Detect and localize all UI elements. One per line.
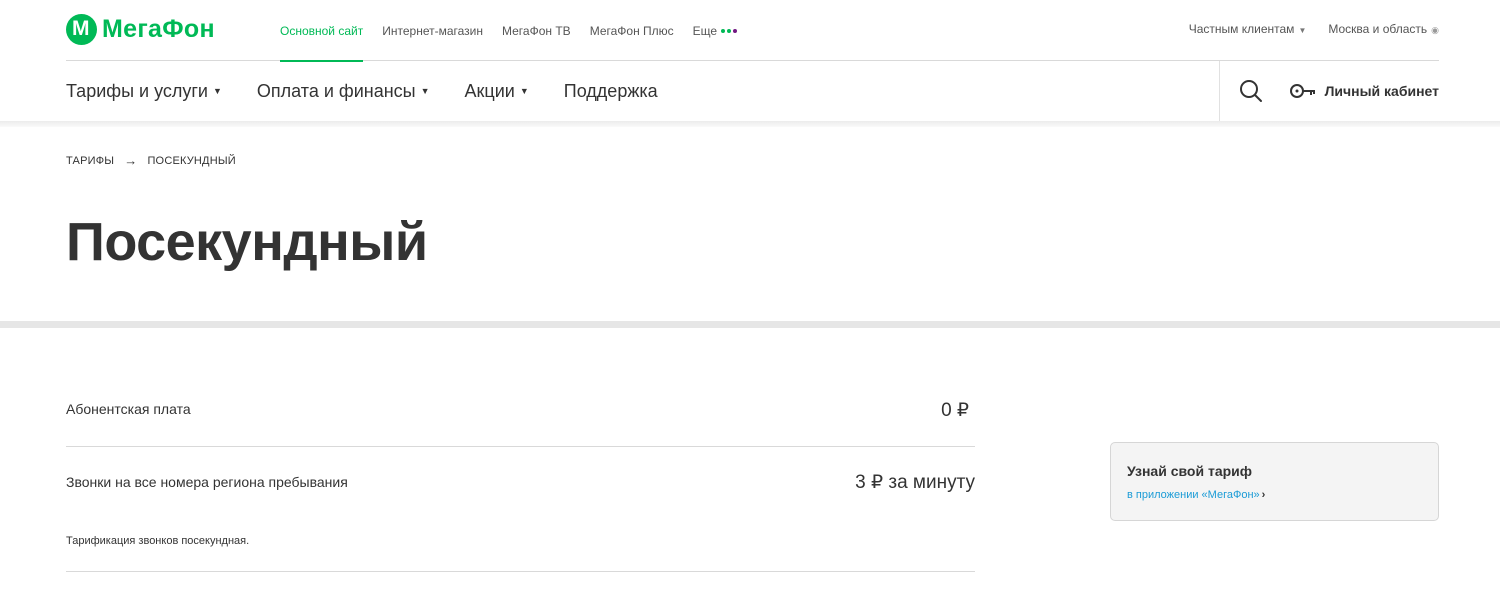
main-nav: Тарифы и услуги ▼ Оплата и финансы ▼ Акции… (66, 61, 1439, 121)
top-nav: Основной сайт Интернет-магазин МегаФон Т… (280, 0, 756, 62)
card-title: Узнай свой тариф (1127, 463, 1253, 479)
tariff-row-subscription-fee: Абонентская плата 0 ₽ (66, 380, 975, 447)
region-selector[interactable]: Москва и область ◉ (1328, 22, 1439, 36)
mainnav-support[interactable]: Поддержка (564, 81, 658, 102)
tariff-row-calls: Звонки на все номера региона пребывания … (66, 447, 975, 572)
key-icon (1289, 84, 1315, 98)
topnav-more-label: Еще (692, 23, 718, 38)
mainnav-support-label: Поддержка (563, 80, 658, 101)
megafon-logo[interactable]: М МегаФон (66, 13, 215, 45)
personal-account-label: Личный кабинет (1324, 83, 1439, 99)
more-dots-icon (721, 28, 738, 33)
section-divider (0, 321, 1500, 328)
location-icon: ◉ (1431, 24, 1439, 35)
segment-selector[interactable]: Частным клиентам ▼ (1189, 22, 1307, 36)
mainnav-payment-finance[interactable]: Оплата и финансы ▼ (257, 81, 430, 102)
chevron-down-icon: ▼ (1298, 25, 1307, 35)
caret-down-icon: ▼ (519, 86, 529, 96)
top-utility-bar: М МегаФон Основной сайт Интернет-магазин… (66, 0, 1439, 62)
main-nav-items: Тарифы и услуги ▼ Оплата и финансы ▼ Акции… (66, 61, 693, 121)
arrow-right-icon: → (124, 153, 138, 168)
segment-label: Частным клиентам (1188, 21, 1295, 36)
top-right-controls: Частным клиентам ▼ Москва и область ◉ (1189, 0, 1439, 57)
row-value: 0 ₽ (941, 400, 969, 421)
caret-down-icon: ▼ (213, 86, 222, 96)
topnav-main-site[interactable]: Основной сайт (280, 0, 364, 62)
logo-text: МегаФон (102, 14, 215, 43)
breadcrumb-tariffs[interactable]: ТАРИФЫ (66, 155, 114, 167)
region-label: Москва и область (1328, 21, 1428, 36)
mainnav-promotions[interactable]: Акции ▼ (465, 81, 529, 102)
breadcrumb: ТАРИФЫ → ПОСЕКУНДНЫЙ (66, 153, 236, 168)
mainnav-payment-label: Оплата и финансы (256, 80, 416, 101)
row-note: Тарификация звонков посекундная. (66, 535, 250, 547)
logo-mark-icon: М (66, 13, 97, 45)
app-link[interactable]: в приложении «МегаФон» › (1127, 489, 1265, 501)
chevron-right-icon: › (1261, 489, 1266, 501)
app-link-label: в приложении «МегаФон» (1127, 489, 1260, 501)
row-label: Абонентская плата (66, 401, 191, 417)
row-label: Звонки на все номера региона пребывания (66, 474, 348, 490)
search-button[interactable] (1238, 78, 1264, 104)
breadcrumb-current: ПОСЕКУНДНЫЙ (147, 154, 236, 167)
nav-divider (1219, 61, 1220, 121)
personal-account-link[interactable]: Личный кабинет (1289, 61, 1439, 121)
search-icon (1240, 80, 1262, 102)
mainnav-promotions-label: Акции (464, 80, 515, 101)
know-your-tariff-card: Узнай свой тариф в приложении «МегаФон» › (1110, 442, 1439, 521)
tariff-details: Абонентская плата 0 ₽ Звонки на все номе… (66, 380, 975, 572)
mainnav-tariffs-services[interactable]: Тарифы и услуги ▼ (66, 81, 222, 102)
page-title: Посекундный (66, 212, 428, 272)
topnav-more[interactable]: Еще (692, 0, 738, 61)
topnav-online-shop[interactable]: Интернет-магазин (382, 0, 483, 61)
caret-down-icon: ▼ (420, 86, 430, 96)
dot-1 (721, 28, 726, 33)
header-shadow (0, 121, 1500, 127)
dot-2 (727, 28, 732, 33)
row-value: 3 ₽ за минуту (855, 472, 975, 493)
topnav-megafon-plus[interactable]: МегаФон Плюс (590, 0, 674, 61)
mainnav-tariffs-label: Тарифы и услуги (66, 80, 208, 101)
topnav-megafon-tv[interactable]: МегаФон ТВ (502, 0, 571, 61)
dot-3 (733, 28, 738, 33)
